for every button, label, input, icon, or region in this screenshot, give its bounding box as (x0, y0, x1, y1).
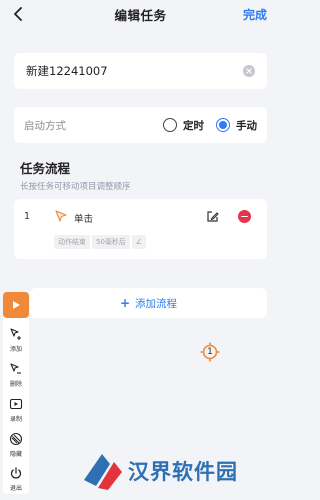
clear-input-button[interactable] (243, 65, 255, 77)
play-button[interactable] (3, 292, 29, 318)
radio-option-manual[interactable]: 手动 (216, 118, 257, 133)
toolbar-add-label: 添加 (9, 346, 22, 353)
radio-button[interactable] (163, 118, 177, 132)
toolbar-remove-button[interactable]: 删除 (3, 362, 29, 388)
tap-target-marker[interactable]: 1 (200, 342, 220, 362)
toolbar-record-label: 录制 (9, 416, 22, 423)
hide-icon (9, 432, 23, 446)
play-icon (12, 301, 20, 309)
step-param-chip[interactable]: ∠ (131, 235, 146, 249)
delete-step-button[interactable] (238, 210, 251, 223)
step-params: 动作结束 50毫秒后 ∠ (54, 235, 148, 249)
flow-section-subtitle: 长按任务可移动项目调整顺序 (20, 182, 131, 192)
flow-section-title: 任务流程 (20, 161, 71, 176)
marker-number: 1 (207, 347, 213, 357)
minus-icon (241, 215, 248, 218)
header-bar: 编辑任务 完成 (0, 0, 281, 28)
radio-option-scheduled[interactable]: 定时 (163, 118, 204, 133)
watermark-text: 汉界软件园 (128, 460, 238, 484)
close-icon (246, 68, 252, 74)
radio-dot (219, 121, 227, 129)
task-name-card (14, 53, 267, 89)
cursor-remove-icon (10, 363, 21, 374)
start-mode-card: 启动方式 定时 手动 (14, 107, 267, 143)
toolbar-exit-button[interactable]: 退出 (3, 466, 29, 492)
flow-step-card[interactable]: 1 单击 动作结束 50毫秒后 ∠ (14, 199, 267, 259)
toolbar-remove-label: 删除 (9, 381, 22, 388)
back-button[interactable] (10, 5, 26, 23)
plus-icon: + (119, 296, 131, 310)
cursor-add-icon (10, 328, 21, 340)
toolbar-hide-label: 隐藏 (9, 451, 22, 458)
watermark-logo-icon (84, 454, 122, 490)
toolbar-add-button[interactable]: 添加 (3, 327, 29, 353)
add-flow-label: 添加流程 (135, 297, 178, 310)
task-name-input[interactable] (26, 64, 243, 78)
watermark: 汉界软件园 (80, 450, 238, 492)
toolbar-hide-button[interactable]: 隐藏 (3, 432, 29, 458)
tap-cursor-icon (55, 210, 67, 222)
radio-label-scheduled: 定时 (183, 119, 204, 132)
radio-button-selected[interactable] (216, 118, 230, 132)
edit-icon[interactable] (206, 210, 219, 223)
chevron-left-icon (14, 7, 22, 21)
add-flow-button[interactable]: + 添加流程 (30, 288, 267, 318)
toolbar-exit-label: 退出 (9, 485, 22, 492)
toolbar-record-button[interactable]: 录制 (3, 397, 29, 423)
record-icon (9, 398, 23, 410)
done-button[interactable]: 完成 (243, 6, 267, 23)
page-title: 编辑任务 (114, 7, 167, 23)
step-param-chip[interactable]: 动作结束 (54, 235, 90, 249)
step-param-chip[interactable]: 50毫秒后 (92, 235, 130, 249)
start-mode-label: 启动方式 (24, 119, 66, 132)
power-icon (10, 467, 22, 479)
radio-label-manual: 手动 (236, 119, 257, 132)
step-index: 1 (24, 211, 31, 222)
floating-toolbar (3, 292, 29, 494)
step-name: 单击 (74, 214, 94, 225)
